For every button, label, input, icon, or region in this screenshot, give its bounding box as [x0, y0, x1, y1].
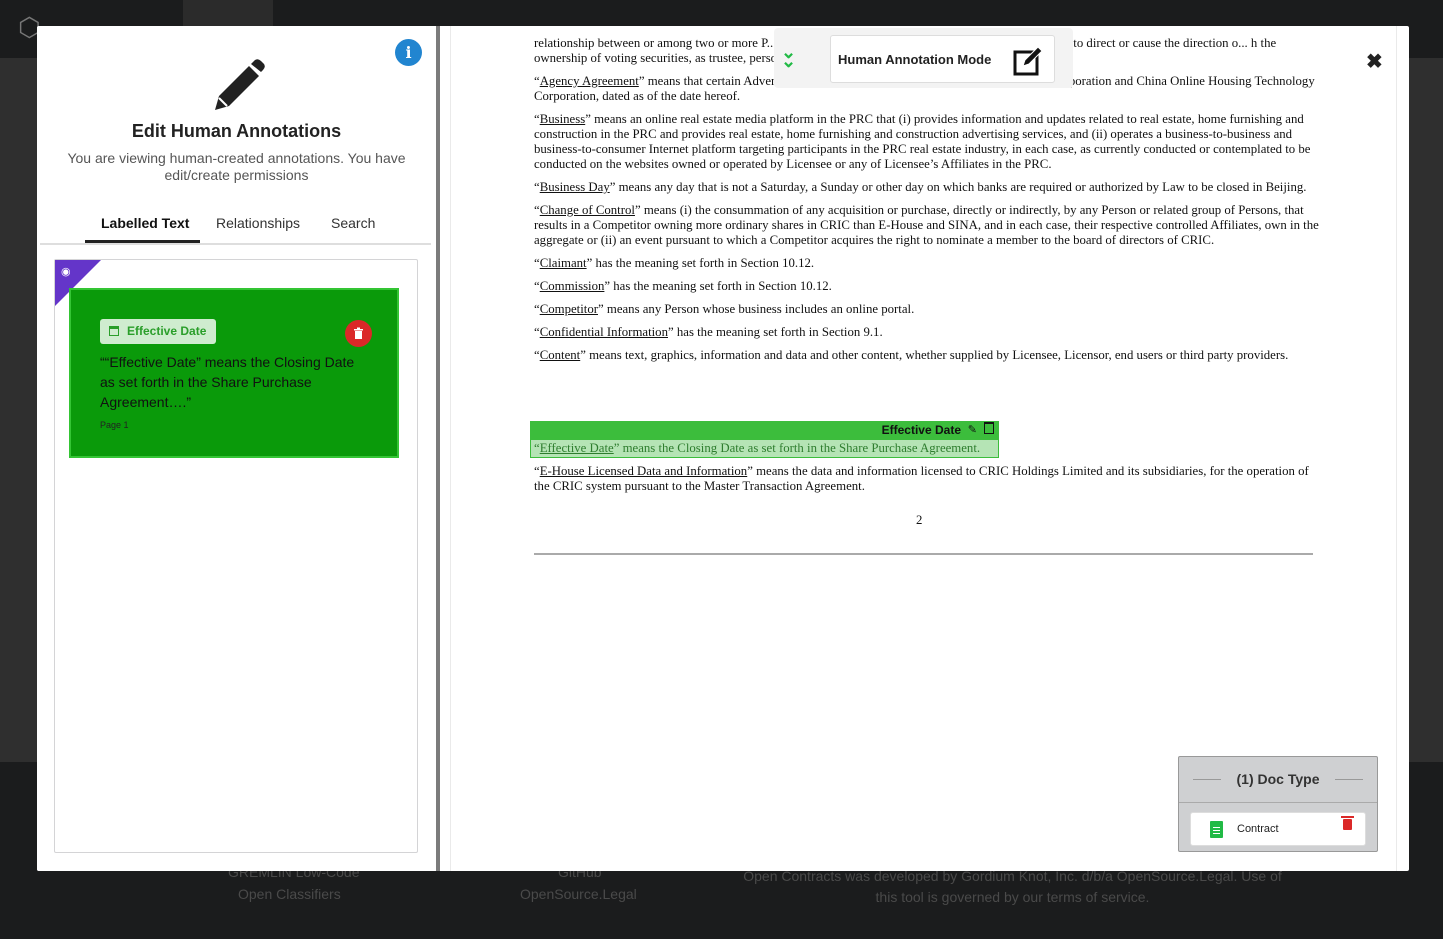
- doc-paragraph: “Business Day” means any day that is not…: [534, 180, 1307, 194]
- trash-icon: [354, 327, 363, 339]
- doc-type-item[interactable]: Contract: [1190, 812, 1366, 846]
- document-text-after: “E-House Licensed Data and Information” …: [534, 464, 1319, 502]
- highlight-label-bar: Effective Date ✎: [530, 421, 999, 439]
- annotation-label-chip: Effective Date: [100, 319, 217, 344]
- doc-term: Business Day: [539, 180, 610, 194]
- doc-paragraph-text: ” has the meaning set forth in Section 1…: [604, 279, 832, 293]
- doc-term: E-House Licensed Data and Information: [539, 464, 748, 478]
- doc-term: Confidential Information: [539, 325, 668, 339]
- page-divider: [534, 553, 1313, 555]
- active-tab-underline: [85, 240, 200, 243]
- doc-paragraph: “Confidential Information” has the meani…: [534, 325, 883, 339]
- file-icon: [1210, 821, 1223, 838]
- annotation-mode-panel: ⌄ ⌄ Human Annotation Mode: [774, 28, 1073, 88]
- document-viewer: relationship between or among two or mor…: [450, 26, 1397, 871]
- doc-type-panel: (1) Doc Type Contract: [1178, 756, 1378, 852]
- highlight-rest: ” means the Closing Date as set forth in…: [613, 441, 981, 455]
- chevron-double-down-icon[interactable]: ⌄ ⌄: [781, 43, 796, 70]
- doc-term: Content: [539, 348, 581, 362]
- annotation-list: ◉ Effective Date ““Effective Date” means…: [54, 259, 418, 853]
- doc-term: Agency Agreement: [539, 74, 639, 88]
- tab-labelled-text[interactable]: Labelled Text: [101, 215, 189, 231]
- eye-icon[interactable]: ◉: [61, 267, 74, 278]
- doc-paragraph: “Competitor” means any Person whose busi…: [534, 302, 915, 316]
- calendar-icon: [109, 326, 119, 336]
- edit-square-icon: [1013, 46, 1043, 76]
- pencil-icon: [215, 59, 265, 110]
- doc-term: Business: [539, 112, 586, 126]
- doc-paragraph: “Commission” has the meaning set forth i…: [534, 279, 832, 293]
- doc-paragraph-text: ” means an online real estate media plat…: [534, 112, 1311, 171]
- tab-search[interactable]: Search: [331, 215, 375, 231]
- doc-paragraph-text: ” has the meaning set forth in Section 9…: [667, 325, 883, 339]
- annotation-mode-toggle[interactable]: Human Annotation Mode: [830, 35, 1055, 83]
- annotation-page: Page 1: [100, 420, 129, 430]
- footer-link-opensource: OpenSource.Legal: [520, 886, 637, 902]
- doc-term: Change of Control: [539, 203, 635, 217]
- header-divider: [1335, 779, 1363, 780]
- doc-term: Claimant: [539, 256, 587, 270]
- doc-type-header: (1) Doc Type: [1179, 757, 1377, 803]
- doc-paragraph: “E-House Licensed Data and Information” …: [534, 464, 1309, 493]
- doc-term: Commission: [539, 279, 605, 293]
- delete-annotation-button[interactable]: [345, 320, 372, 347]
- annotation-card[interactable]: Effective Date ““Effective Date” means t…: [69, 288, 399, 458]
- trash-icon[interactable]: [984, 422, 994, 434]
- doc-paragraph-text: ” means (i) the consummation of any acqu…: [534, 203, 1319, 247]
- annotation-modal: i Edit Human Annotations You are viewing…: [37, 26, 1409, 871]
- trash-icon[interactable]: [1341, 816, 1354, 830]
- annotation-sidebar: i Edit Human Annotations You are viewing…: [37, 26, 440, 871]
- doc-paragraph: “Business” means an online real estate m…: [534, 112, 1311, 171]
- footer-copyright: Open Contracts was developed by Gordium …: [743, 868, 1282, 905]
- doc-paragraph-text: ” has the meaning set forth in Section 1…: [586, 256, 815, 270]
- doc-paragraph: “Claimant” has the meaning set forth in …: [534, 256, 815, 270]
- tab-relationships[interactable]: Relationships: [216, 215, 300, 231]
- edit-pencil-icon[interactable]: ✎: [968, 423, 977, 436]
- close-icon[interactable]: ✖: [1366, 49, 1383, 74]
- panel-title: Edit Human Annotations: [131, 121, 342, 141]
- doc-paragraph-text: ” means any day that is not a Saturday, …: [609, 180, 1307, 194]
- highlight-label: Effective Date: [881, 423, 961, 437]
- highlight-term: Effective Date: [539, 441, 614, 455]
- doc-paragraph: “Content” means text, graphics, informat…: [534, 348, 1289, 362]
- footer-link-classifiers: Open Classifiers: [238, 886, 341, 902]
- doc-paragraph: “Change of Control” means (i) the consum…: [534, 203, 1319, 247]
- doc-term: Competitor: [539, 302, 598, 316]
- info-icon[interactable]: i: [395, 39, 422, 66]
- doc-type-name: Contract: [1237, 823, 1279, 835]
- annotation-label-text: Effective Date: [127, 324, 207, 338]
- annotation-mode-label: Human Annotation Mode: [838, 52, 992, 67]
- page-number: 2: [916, 513, 923, 527]
- annotation-text: ““Effective Date” means the Closing Date…: [100, 354, 355, 410]
- highlighted-text[interactable]: “Effective Date” means the Closing Date …: [534, 441, 980, 456]
- doc-paragraph-text: ” means text, graphics, information and …: [580, 348, 1289, 362]
- panel-subtitle: You are viewing human-created annotation…: [67, 150, 406, 183]
- doc-paragraph-text: ” means any Person whose business includ…: [597, 302, 915, 316]
- annotation-tabs: Labelled Text Relationships Search: [40, 206, 431, 245]
